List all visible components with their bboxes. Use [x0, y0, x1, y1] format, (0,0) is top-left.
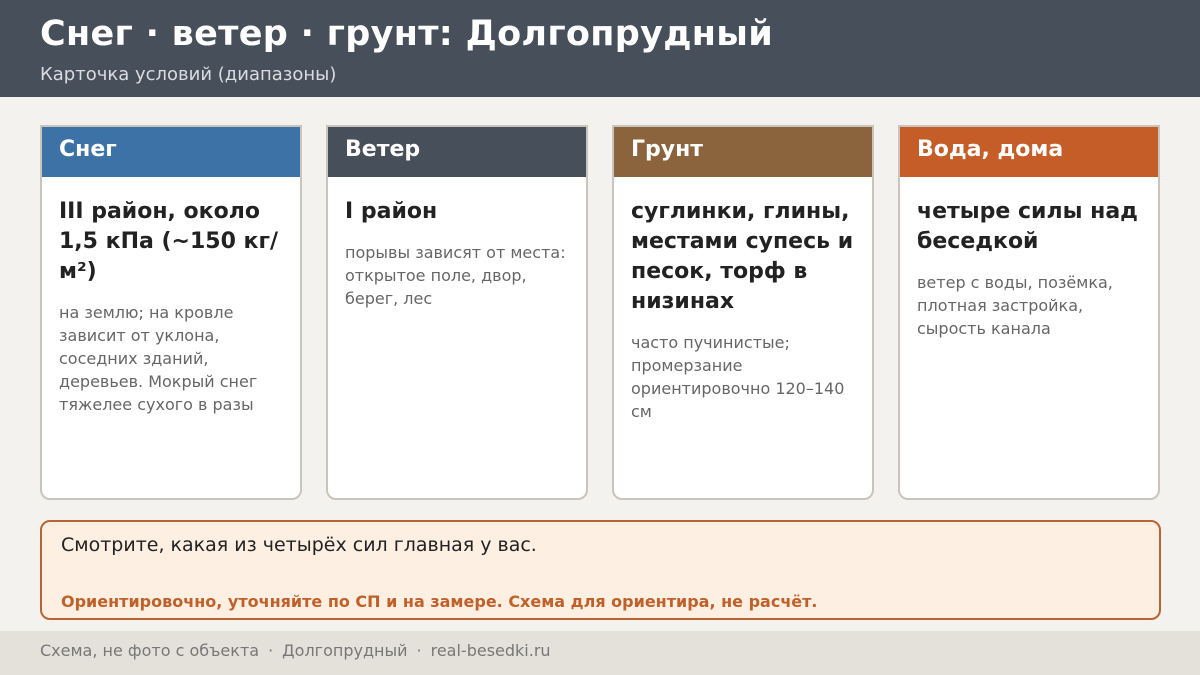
card-wind-heading: Ветер: [328, 127, 586, 177]
card-water-note: ветер с воды, позёмка, плотная застройка…: [917, 273, 1113, 338]
footer: Схема, не фото с объекта · Долгопрудный · re…: [0, 631, 1200, 675]
notice-text: Смотрите, какая из четырёх сил главная у…: [61, 534, 537, 556]
card-snow-heading: Снег: [42, 127, 300, 177]
card-snow: Снег III район, около 1,5 кПа (~150 кг/м…: [40, 125, 302, 500]
card-snow-note: на землю; на кровле зависит от уклона, с…: [59, 303, 258, 414]
page-subtitle: Карточка условий (диапазоны): [40, 64, 337, 85]
notice-warning: Ориентировочно, уточняйте по СП и на зам…: [61, 592, 818, 611]
card-water: Вода, дома четыре силы над беседкой вете…: [898, 125, 1160, 500]
card-wind: Ветер I район порывы зависят от места: о…: [326, 125, 588, 500]
card-wind-note: порывы зависят от места: открытое поле, …: [345, 243, 566, 308]
card-soil-main: суглинки, глины, местами супесь и песок,…: [631, 199, 854, 314]
card-soil: Грунт суглинки, глины, местами супесь и …: [612, 125, 874, 500]
footer-note: Схема, не фото с объекта: [40, 641, 260, 660]
header: Снег · ветер · грунт: Долгопрудный Карто…: [0, 0, 1200, 97]
footer-city: Долгопрудный: [282, 641, 408, 660]
card-soil-note: часто пучинистые; промерзание ориентиров…: [631, 333, 845, 421]
card-water-main: четыре силы над беседкой: [917, 199, 1138, 254]
card-snow-main: III район, около 1,5 кПа (~150 кг/м²): [59, 199, 279, 284]
card-water-heading: Вода, дома: [900, 127, 1158, 177]
footer-separator: ·: [416, 641, 422, 660]
notice-box: Смотрите, какая из четырёх сил главная у…: [40, 520, 1161, 620]
footer-separator: ·: [268, 641, 274, 660]
footer-site: real-besedki.ru: [430, 641, 551, 660]
card-wind-main: I район: [345, 199, 438, 224]
page-title: Снег · ветер · грунт: Долгопрудный: [40, 14, 774, 54]
card-soil-heading: Грунт: [614, 127, 872, 177]
